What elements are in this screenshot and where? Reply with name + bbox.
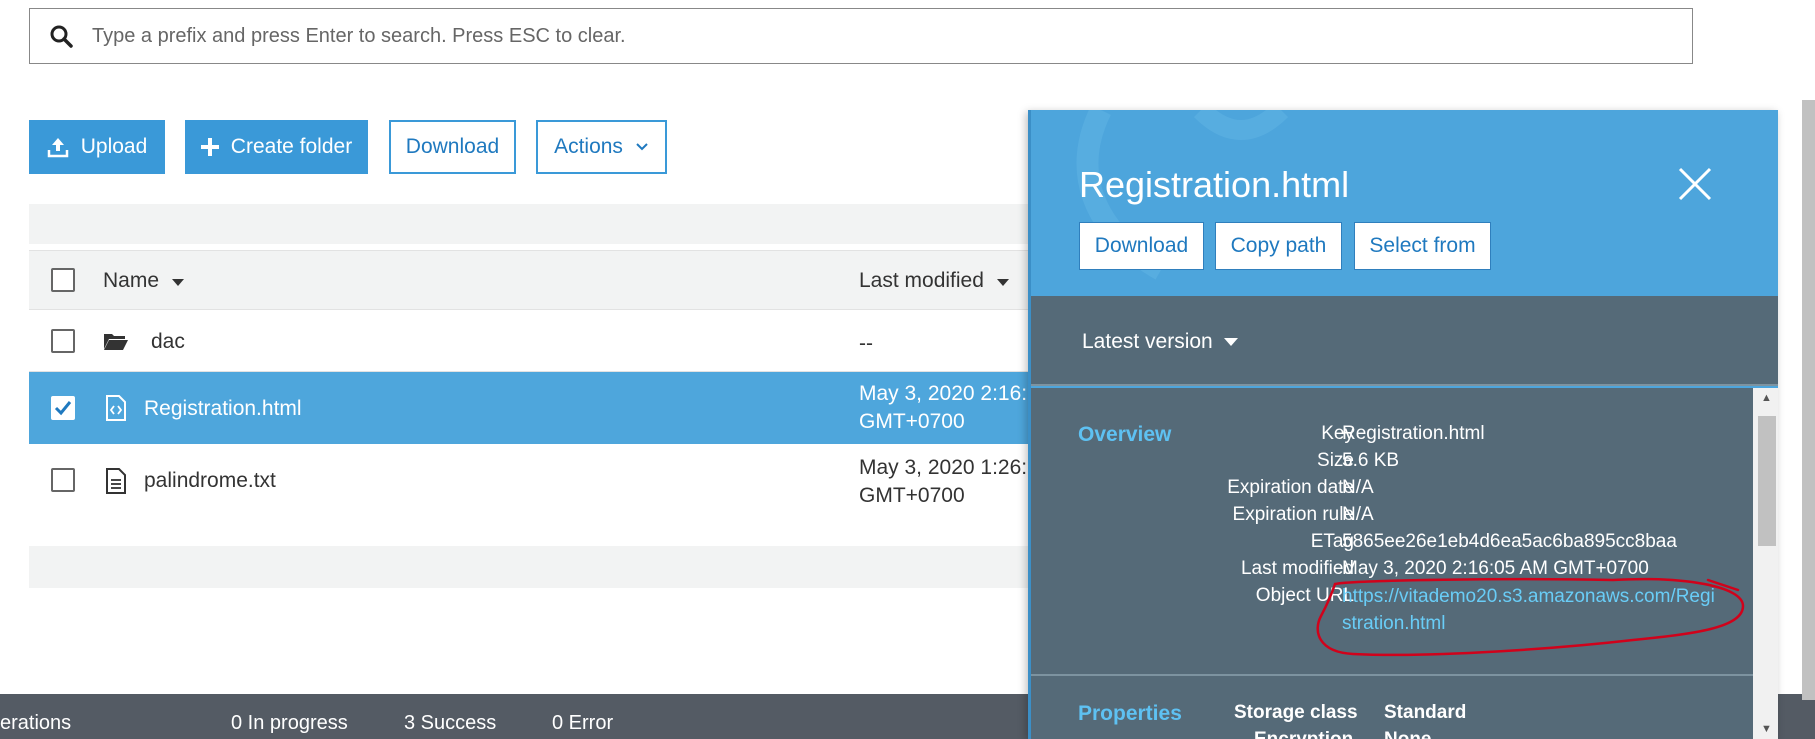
storage-class-value: Standard: [1384, 702, 1467, 723]
overview-title: Overview: [1078, 423, 1172, 446]
column-name-label: Name: [103, 269, 160, 292]
table-row[interactable]: palindrome.txt May 3, 2020 1:26: GMT+070…: [29, 444, 1035, 518]
field-expiration-date-value: N/A: [1342, 477, 1374, 498]
field-etag-value: 5865ee26e1eb4d6ea5ac6ba895cc8baa: [1342, 531, 1677, 552]
column-header-last-modified[interactable]: Last modified: [859, 269, 1010, 293]
error-count[interactable]: 0 Error: [552, 712, 613, 735]
row-checkbox[interactable]: [51, 329, 75, 353]
table-header: Name Last modified: [29, 250, 1035, 310]
plus-icon: [200, 138, 219, 156]
row-last-modified: May 3, 2020 2:16:: [859, 382, 1028, 405]
search-input[interactable]: [92, 24, 1692, 48]
row-last-modified: --: [859, 332, 873, 355]
row-checkbox-checked[interactable]: [51, 396, 75, 420]
close-icon[interactable]: [1675, 164, 1715, 204]
field-expiration-date-label: Expiration date: [1227, 477, 1354, 498]
chevron-down-icon: [635, 142, 649, 152]
row-last-modified: May 3, 2020 1:26:: [859, 456, 1028, 479]
version-label: Latest version: [1082, 330, 1213, 353]
in-progress-count[interactable]: 0 In progress: [231, 712, 348, 735]
section-divider: [1031, 674, 1753, 676]
copy-path-label: Copy path: [1230, 234, 1327, 257]
encryption-value: None: [1384, 729, 1432, 739]
success-count[interactable]: 3 Success: [404, 712, 496, 735]
download-button[interactable]: Download: [389, 120, 516, 174]
field-expiration-rule-value: N/A: [1342, 504, 1374, 525]
scroll-down-arrow-icon[interactable]: ▼: [1761, 723, 1772, 735]
caret-down-icon: [1223, 338, 1238, 346]
actions-label: Actions: [554, 135, 623, 158]
html-file-icon: [105, 395, 127, 426]
select-from-button[interactable]: Select from: [1354, 222, 1491, 270]
download-label: Download: [405, 135, 500, 158]
upload-button[interactable]: Upload: [29, 120, 165, 174]
version-dropdown[interactable]: Latest version: [1082, 330, 1239, 354]
search-bar[interactable]: [29, 8, 1693, 64]
select-all-checkbox[interactable]: [51, 268, 75, 292]
text-file-icon: [105, 468, 127, 499]
s3-console: Upload Create folder Download Actions Na…: [0, 0, 1815, 739]
table-toolbar-strip: [29, 204, 1035, 244]
page-scrollbar[interactable]: [1802, 100, 1815, 700]
properties-title: Properties: [1078, 702, 1182, 725]
column-header-name[interactable]: Name: [103, 269, 185, 293]
folder-icon: [103, 331, 129, 356]
select-from-label: Select from: [1369, 234, 1476, 257]
panel-download-button[interactable]: Download: [1079, 222, 1204, 270]
column-last-modified-label: Last modified: [859, 269, 984, 292]
row-checkbox[interactable]: [51, 468, 75, 492]
caret-down-icon: [996, 279, 1009, 286]
field-key-value: Registration.html: [1342, 423, 1485, 444]
version-selector-bar: Latest version: [1031, 296, 1778, 386]
create-folder-button[interactable]: Create folder: [185, 120, 368, 174]
table-row[interactable]: dac --: [29, 310, 1035, 372]
operations-label[interactable]: erations: [0, 712, 71, 735]
row-name[interactable]: palindrome.txt: [144, 469, 276, 493]
row-name[interactable]: dac: [151, 330, 185, 354]
field-expiration-rule-label: Expiration rule: [1232, 504, 1354, 525]
scrollbar-thumb[interactable]: [1758, 416, 1776, 546]
table-row-selected[interactable]: Registration.html May 3, 2020 2:16: GMT+…: [29, 372, 1035, 444]
create-folder-label: Create folder: [230, 135, 353, 158]
red-annotation-circle: [1316, 577, 1745, 657]
upload-label: Upload: [80, 135, 148, 158]
scroll-up-arrow-icon[interactable]: ▲: [1761, 392, 1772, 404]
panel-title: Registration.html: [1079, 164, 1350, 205]
search-icon: [30, 8, 92, 64]
panel-download-label: Download: [1094, 234, 1189, 257]
checkmark-icon: [54, 401, 72, 416]
object-details-panel: Registration.html Download Copy path Sel…: [1028, 110, 1778, 739]
row-last-modified-tz: GMT+0700: [859, 410, 965, 433]
actions-dropdown[interactable]: Actions: [536, 120, 667, 174]
table-footer-strip: [29, 546, 1035, 588]
upload-icon: [47, 136, 69, 158]
row-name[interactable]: Registration.html: [144, 397, 302, 421]
row-last-modified-tz: GMT+0700: [859, 484, 965, 507]
copy-path-button[interactable]: Copy path: [1215, 222, 1342, 270]
details-scroll-area[interactable]: Overview Key Registration.html Size 5.6 …: [1031, 388, 1753, 739]
details-scrollbar[interactable]: ▲ ▼: [1753, 388, 1778, 739]
field-size-value: 5.6 KB: [1342, 450, 1400, 471]
storage-class-label: Storage class: [1234, 702, 1358, 723]
encryption-label: Encryption: [1254, 729, 1353, 739]
caret-down-icon: [171, 279, 184, 286]
